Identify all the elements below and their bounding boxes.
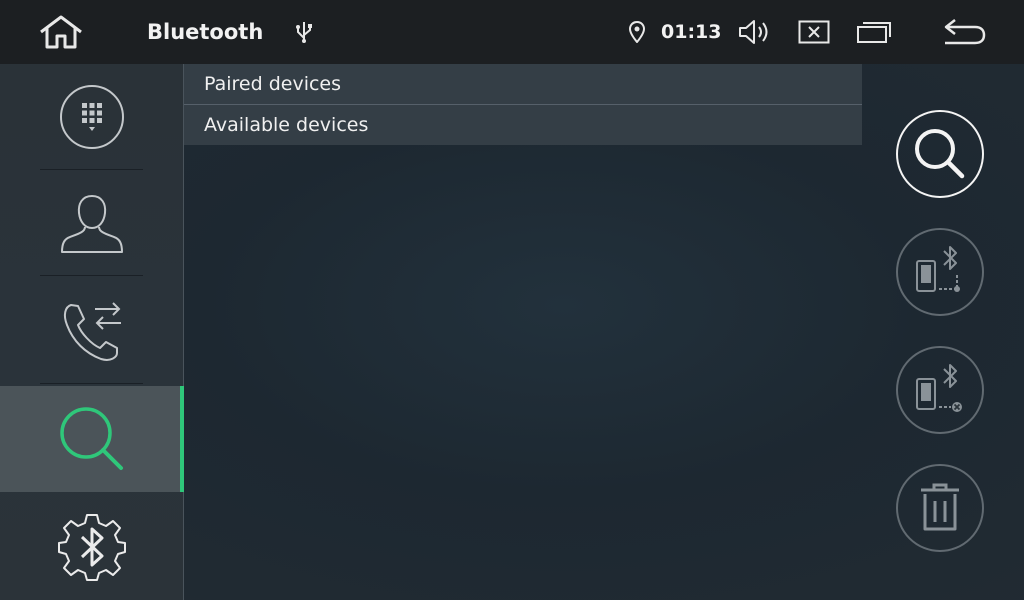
list-item-available-devices[interactable]: Available devices: [184, 104, 862, 145]
search-icon: [915, 129, 965, 179]
search-icon: [59, 407, 123, 470]
active-indicator: [180, 386, 184, 492]
disconnect-device-button[interactable]: [896, 346, 984, 434]
status-bar: Bluetooth 01:13: [0, 0, 1024, 64]
usb-icon: [292, 0, 316, 64]
volume-icon[interactable]: [736, 0, 772, 64]
location-icon: [626, 0, 648, 64]
device-list: Paired devices Available devices: [184, 64, 862, 145]
multi-window-icon[interactable]: [855, 0, 893, 64]
connect-device-button[interactable]: [896, 228, 984, 316]
close-window-icon[interactable]: [797, 0, 831, 64]
sidebar-item-dialpad[interactable]: [0, 64, 183, 170]
sidebar-item-bt-settings[interactable]: [0, 494, 183, 600]
clock-time: 01:13: [661, 21, 722, 43]
bluetooth-settings-icon: [57, 514, 126, 581]
sidebar: [0, 64, 184, 600]
phone-bluetooth-disconnect-icon: [916, 364, 962, 412]
back-icon[interactable]: [940, 0, 988, 64]
trash-icon: [921, 483, 959, 531]
list-item-paired-devices[interactable]: Paired devices: [184, 64, 862, 104]
delete-device-button[interactable]: [896, 464, 984, 552]
home-icon[interactable]: [34, 0, 88, 64]
contact-icon: [60, 194, 123, 253]
sidebar-item-contacts[interactable]: [0, 170, 183, 276]
page-title: Bluetooth: [147, 20, 264, 44]
search-devices-button[interactable]: [896, 110, 984, 198]
phone-bluetooth-connect-icon: [916, 246, 960, 292]
call-transfer-icon: [63, 302, 121, 361]
dialpad-icon: [59, 85, 124, 149]
sidebar-item-call-log[interactable]: [0, 276, 183, 384]
sidebar-item-search[interactable]: [0, 386, 183, 492]
